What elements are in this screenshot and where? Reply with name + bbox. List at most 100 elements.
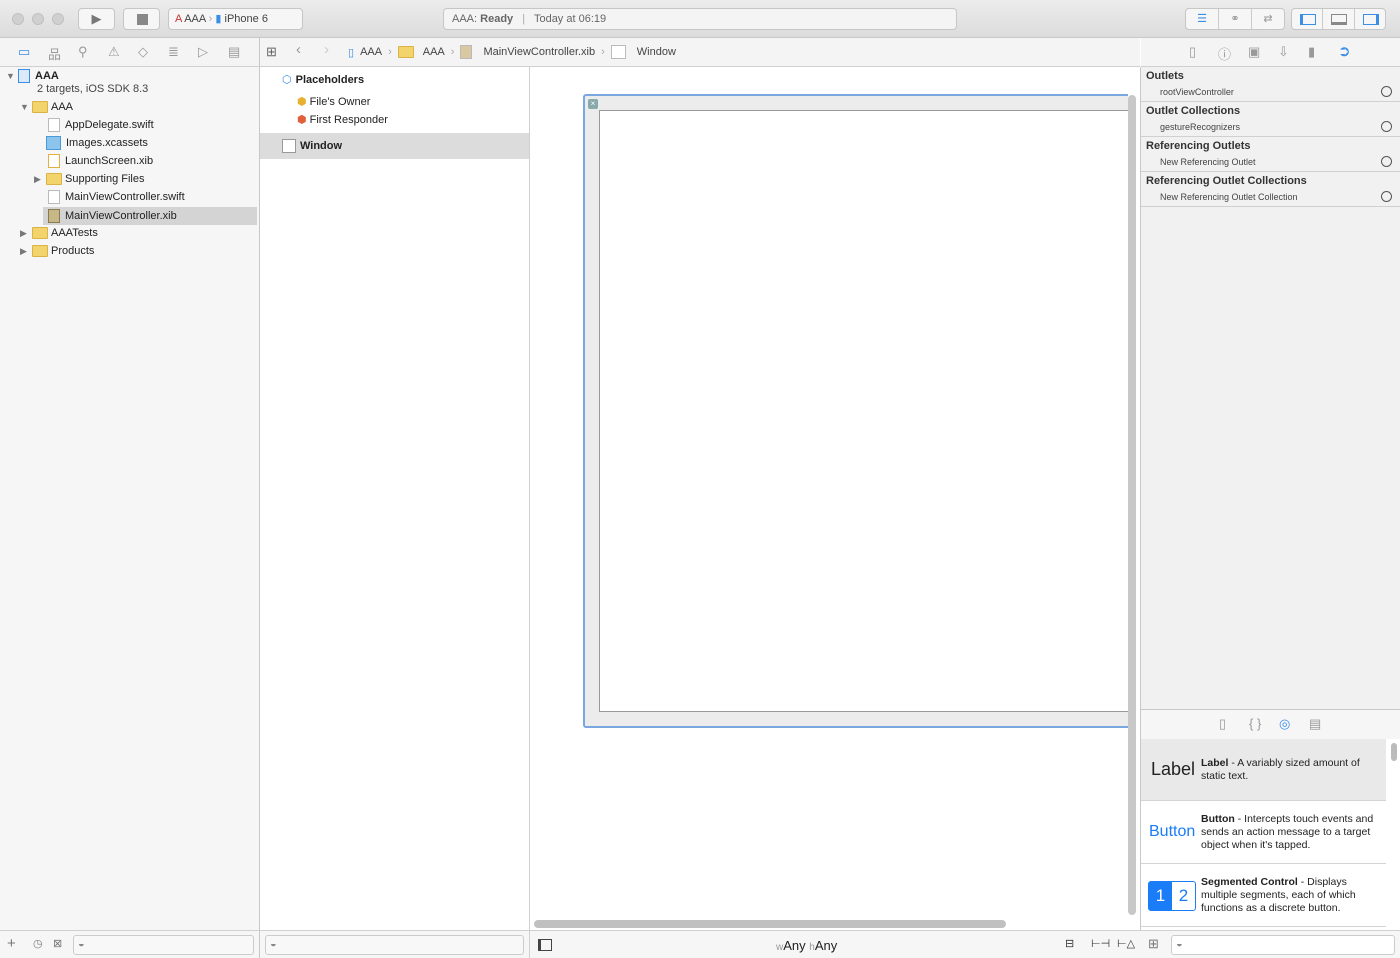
recent-files-icon[interactable]: ◷ [33,937,43,950]
window-icon [282,139,296,153]
outline-window-row[interactable]: Window [260,133,529,159]
jump-project[interactable]: AAA [360,46,382,58]
nav-item-supporting-files[interactable]: ▶ Supporting Files [34,170,145,188]
back-icon[interactable]: ‹ [296,41,301,58]
run-button[interactable]: ▶ [78,8,115,30]
connection-circle-icon[interactable] [1381,191,1392,202]
library-item-label[interactable]: Label Label - A variably sized amount of… [1141,739,1386,801]
referencing-outlets-section: Referencing Outlets New Referencing Outle… [1141,137,1400,172]
text-outline-files-owner: File's Owner [309,96,371,108]
symbol-navigator-icon[interactable]: 品 [48,44,61,63]
zoom-button[interactable] [52,13,64,25]
test-navigator-icon[interactable]: ◇ [138,44,148,60]
toolbar: ▶ A AAA › ▮ iPhone 6 AAA: Ready | Today … [0,0,1400,38]
connections-inspector-icon[interactable]: ➲ [1338,42,1351,60]
text-library-2-preview-1: 1 [1149,882,1172,910]
find-navigator-icon[interactable]: ⚲ [78,44,88,60]
device-icon: ▮ [215,13,222,25]
text-navigator-items-8: Products [51,245,95,257]
file-template-icon[interactable]: ▯ [1219,716,1226,732]
size-class-control[interactable]: wAny hAny [776,938,837,953]
standard-editor-icon[interactable]: ☰ [1186,9,1219,29]
version-editor-icon[interactable]: ⇄ [1252,9,1284,29]
text-navigator-items-1: AppDelegate.swift [65,119,154,131]
nav-item-launchscreen[interactable]: LaunchScreen.xib [48,152,153,170]
library-filter-input[interactable]: ◒ [1171,935,1395,955]
files-owner-icon: ⬢ [297,96,307,108]
document-outline: ⬡ Placeholders ⬢ File's Owner ⬢ First Respo… [260,67,530,930]
issue-navigator-icon[interactable]: ⚠ [108,44,120,60]
close-button[interactable] [12,13,24,25]
related-items-icon[interactable]: ⊞ [266,44,277,60]
object-library-icon[interactable]: ◎ [1279,716,1290,732]
nav-item-appdelegate[interactable]: AppDelegate.swift [48,116,154,134]
nav-item-aaa[interactable]: ▼ AAA [20,98,73,116]
decoration [1331,14,1348,25]
scheme-selector[interactable]: A AAA › ▮ iPhone 6 [168,8,303,30]
horizontal-scrollbar[interactable] [534,920,1006,928]
text-navigator-items-5: MainViewController.swift [65,191,185,203]
connection-circle-icon[interactable] [1381,121,1392,132]
object-library: Label Label - A variably sized amount of… [1141,739,1400,930]
pin-icon[interactable]: ⊢⊣ [1091,937,1110,950]
files-owner[interactable]: ⬢ File's Owner [297,93,370,111]
attributes-inspector-icon[interactable]: ⇩ [1278,44,1289,60]
nav-item-products[interactable]: ▶ Products [20,242,94,260]
jump-file[interactable]: MainViewController.xib [483,46,595,58]
window-close-icon[interactable]: × [588,99,598,109]
debug-navigator-icon[interactable]: ≣ [168,44,179,60]
quick-help-icon[interactable]: ⓘ [1218,44,1231,63]
assistant-editor-icon[interactable]: ⚭ [1219,9,1252,29]
nav-item-mainvc-xib[interactable]: MainViewController.xib [43,207,257,225]
report-navigator-icon[interactable]: ▤ [228,44,240,60]
resolve-issues-icon[interactable]: ⊢△ [1117,937,1135,950]
jump-window[interactable]: Window [637,46,676,58]
navigator-filter-input[interactable]: ◒ [73,935,254,955]
nav-item-images[interactable]: Images.xcassets [46,134,148,152]
media-library-icon[interactable]: ▤ [1309,716,1321,732]
text-inspector-sections-1-item: gestureRecognizers [1160,122,1241,132]
decoration [32,245,48,258]
file-inspector-icon[interactable]: ▯ [1189,44,1196,60]
connection-circle-icon[interactable] [1381,156,1392,167]
vertical-scrollbar[interactable] [1128,95,1136,915]
align-icon[interactable]: ⊟ [1065,937,1074,950]
library-item-segmented-control[interactable]: 1 2 Segmented Control - Displays multipl… [1141,864,1386,927]
swift-file-icon [48,118,60,133]
utilities-toggle-icon[interactable] [1355,9,1385,29]
interface-builder-canvas[interactable]: × [530,67,1140,930]
canvas-bottom-bar: wAny hAny ⊟ ⊢⊣ ⊢△ [530,930,1141,958]
folder-icon [397,46,414,58]
text-inspector-sections-3-item: New Referencing Outlet Collection [1160,192,1298,202]
decoration: › [208,13,213,25]
stop-button[interactable] [123,8,160,30]
window-content-view[interactable] [599,110,1128,712]
source-control-filter-icon[interactable]: ⊠ [53,937,62,950]
status-time: Today at 06:19 [533,13,607,25]
first-responder[interactable]: ⬢ First Responder [297,111,388,129]
nav-item-mainvc-swift[interactable]: MainViewController.swift [48,188,185,206]
library-scrollbar[interactable] [1391,743,1397,761]
code-snippet-icon[interactable]: { } [1249,716,1261,731]
add-icon[interactable]: + [7,935,16,952]
size-inspector-icon[interactable]: ▮ [1308,44,1315,60]
grid-view-icon[interactable]: ⊞ [1148,936,1159,952]
project-subtitle: 2 targets, iOS SDK 8.3 [37,83,149,95]
connection-circle-icon[interactable] [1381,86,1392,97]
navigator-toggle-icon[interactable] [1292,9,1324,29]
text-canvas-size-w: Any [783,938,806,953]
decoration: ▶ [34,174,41,184]
outlet-collections-section: Outlet Collections gestureRecognizers [1141,102,1400,137]
forward-icon[interactable]: › [324,41,329,58]
outline-filter-input[interactable]: ◒ [265,935,524,955]
library-item-button[interactable]: Button Button - Intercepts touch events … [1141,801,1386,864]
window-scene[interactable]: × [583,94,1128,728]
debug-toggle-icon[interactable] [1323,9,1355,29]
outline-toggle-icon[interactable] [538,939,552,951]
project-navigator-icon[interactable]: ▭ [18,44,30,60]
nav-item-aaatests[interactable]: ▶ AAATests [20,224,98,242]
jump-group[interactable]: AAA [423,46,445,58]
breakpoint-navigator-icon[interactable]: ▷ [198,44,208,60]
minimize-button[interactable] [32,13,44,25]
identity-inspector-icon[interactable]: ▣ [1248,44,1260,60]
